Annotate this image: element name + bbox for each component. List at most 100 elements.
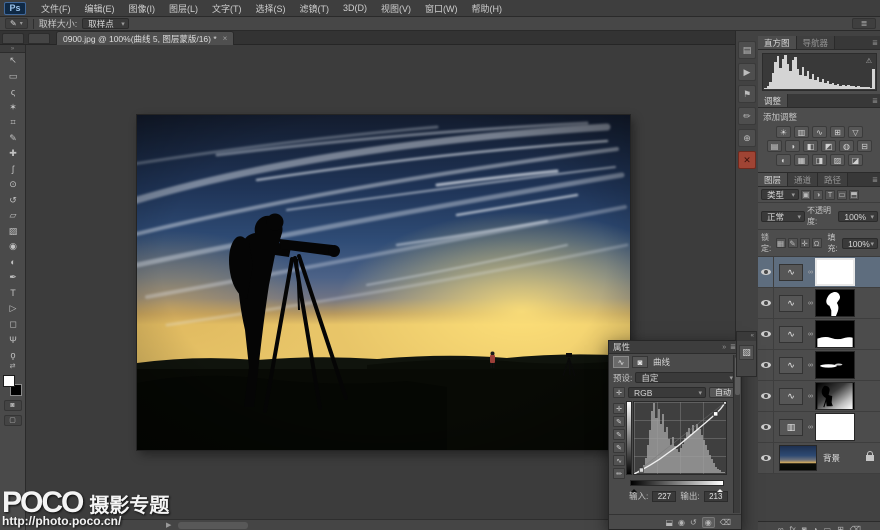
add-layer-mask-icon[interactable]: ◙ <box>802 525 807 530</box>
gradient-map-icon[interactable]: ▨ <box>830 154 845 166</box>
menu-file[interactable]: 文件(F) <box>34 2 78 15</box>
collapsed-properties-icon[interactable]: ▧ <box>739 345 754 360</box>
lock-all-icon[interactable]: Ω <box>812 238 822 248</box>
screen-mode-button[interactable]: ▢ <box>4 415 22 426</box>
dodge-icon[interactable]: ◐ <box>0 255 26 271</box>
delete-layer-icon[interactable]: ⌫ <box>850 525 861 530</box>
filter-pixel-icon[interactable]: ▣ <box>801 190 811 200</box>
filter-smart-icon[interactable]: ⬒ <box>849 190 859 200</box>
actions-icon[interactable]: ▶ <box>738 63 756 81</box>
draw-curve-icon[interactable]: ✏ <box>613 468 625 479</box>
mask-link-icon[interactable]: ∞ <box>808 362 813 369</box>
layer-row-curves-2[interactable]: ∿ ∞ <box>758 350 880 381</box>
layer-row-curves-3[interactable]: ∿ ∞ <box>758 319 880 350</box>
layer-visibility-toggle[interactable] <box>759 381 774 411</box>
levels-adjustment-icon[interactable]: ▥ <box>779 419 803 436</box>
layer-visibility-toggle[interactable] <box>759 412 774 442</box>
layer-mask-thumbnail[interactable] <box>815 289 855 317</box>
quick-selection-icon[interactable]: ✶ <box>0 100 26 116</box>
eraser-icon[interactable]: ▱ <box>0 208 26 224</box>
layer-filter-select[interactable]: 类型 <box>761 189 799 200</box>
layer-visibility-toggle[interactable] <box>759 288 774 318</box>
mask-link-icon[interactable]: ∞ <box>808 393 813 400</box>
edit-points-icon[interactable]: ∿ <box>613 455 625 466</box>
photo-filter-icon[interactable]: ◩ <box>821 140 836 152</box>
tab-layers[interactable]: 图层 <box>758 173 788 186</box>
toolbar-collapse-icon[interactable]: » <box>0 45 25 53</box>
panel-menu-icon[interactable]: ≣ <box>869 173 880 186</box>
layer-row-curves-4[interactable]: ∿ ∞ <box>758 288 880 319</box>
crop-icon[interactable]: ⌗ <box>0 115 26 131</box>
levels-icon[interactable]: ▥ <box>794 126 809 138</box>
path-selection-icon[interactable]: ▷ <box>0 301 26 317</box>
lasso-icon[interactable]: ς <box>0 84 26 100</box>
layer-mask-thumbnail[interactable] <box>815 351 855 379</box>
document-tab[interactable]: 0900.jpg @ 100%(曲线 5, 图层蒙版/16) * × <box>56 31 234 45</box>
color-balance-icon[interactable]: ◑ <box>785 140 800 152</box>
quick-mask-button[interactable]: ◙ <box>4 400 22 411</box>
filter-shape-icon[interactable]: ▭ <box>837 190 847 200</box>
selective-color-icon[interactable]: ◪ <box>848 154 863 166</box>
collapsed-properties-dock[interactable]: « ▧ <box>736 331 757 377</box>
spot-healing-brush-icon[interactable]: ✚ <box>0 146 26 162</box>
curves-adjustment-icon[interactable]: ∿ <box>779 326 803 343</box>
menu-filter[interactable]: 滤镜(T) <box>293 2 337 15</box>
black-white-icon[interactable]: ◧ <box>803 140 818 152</box>
menu-select[interactable]: 选择(S) <box>249 2 293 15</box>
channel-select[interactable]: RGB <box>628 387 706 398</box>
sample-size-select[interactable]: 取样点 <box>82 18 129 29</box>
properties-titlebar[interactable]: 属性 » ≣ <box>609 341 741 354</box>
filter-type-icon[interactable]: T <box>825 190 835 200</box>
reset-adjustment-icon[interactable]: ↺ <box>690 518 697 527</box>
move-icon[interactable]: ↖ <box>0 53 26 69</box>
collapse-arrows-icon[interactable]: « <box>737 332 756 341</box>
opacity-select[interactable]: 100% <box>838 211 878 222</box>
hand-icon[interactable]: Ψ <box>0 332 26 348</box>
gradient-icon[interactable]: ▨ <box>0 224 26 240</box>
gray-point-eyedropper-icon[interactable]: ✎ <box>613 429 625 440</box>
lock-pixels-icon[interactable]: ✎ <box>788 238 798 248</box>
layer-visibility-toggle[interactable] <box>759 350 774 380</box>
white-point-eyedropper-icon[interactable]: ✎ <box>613 442 625 453</box>
black-slider-icon[interactable] <box>631 486 637 492</box>
mask-link-icon[interactable]: ∞ <box>808 331 813 338</box>
menu-3d[interactable]: 3D(D) <box>336 3 374 13</box>
threshold-icon[interactable]: ◨ <box>812 154 827 166</box>
pen-icon[interactable]: ✒ <box>0 270 26 286</box>
curves-adjustment-icon[interactable]: ∿ <box>779 264 803 281</box>
curve-grid[interactable] <box>633 401 727 475</box>
channel-mixer-icon[interactable]: ◍ <box>839 140 854 152</box>
tab-histogram[interactable]: 直方图 <box>758 36 797 49</box>
close-tab-icon[interactable]: × <box>223 34 228 43</box>
menu-image[interactable]: 图像(I) <box>122 2 163 15</box>
tab-adjustments[interactable]: 调整 <box>758 94 788 107</box>
blend-mode-select[interactable]: 正常 <box>761 211 805 222</box>
clone-stamp-icon[interactable]: ⊙ <box>0 177 26 193</box>
photo-document[interactable] <box>137 115 630 450</box>
color-swatches[interactable] <box>3 375 23 396</box>
color-lookup-icon[interactable]: ⊟ <box>857 140 872 152</box>
mask-link-icon[interactable]: ∞ <box>808 300 813 307</box>
new-adjustment-layer-icon[interactable]: ◑ <box>813 525 818 530</box>
workspace-switcher[interactable]: ≣ <box>852 18 876 29</box>
tab-paths[interactable]: 路径 <box>818 173 848 186</box>
input-value[interactable]: 227 <box>652 491 676 502</box>
cached-data-warning-icon[interactable]: ⚠ <box>866 57 872 65</box>
layer-visibility-toggle[interactable] <box>759 443 774 473</box>
brightness-contrast-icon[interactable]: ☀ <box>776 126 791 138</box>
adjustment-controls-icon[interactable]: ∿ <box>613 356 629 368</box>
menu-type[interactable]: 文字(T) <box>205 2 249 15</box>
menu-help[interactable]: 帮助(H) <box>465 2 510 15</box>
background-layer-thumbnail[interactable] <box>779 445 817 471</box>
clip-to-layer-icon[interactable]: ⬓ <box>665 518 673 527</box>
curve-svg[interactable] <box>634 402 726 474</box>
curves-adjustment-icon[interactable]: ∿ <box>779 388 803 405</box>
black-point-eyedropper-icon[interactable]: ✎ <box>613 416 625 427</box>
new-layer-icon[interactable]: ⊞ <box>837 525 844 530</box>
swap-colors-icon[interactable]: ⇄ <box>0 363 25 371</box>
posterize-icon[interactable]: ▦ <box>794 154 809 166</box>
eyedropper-icon[interactable]: ✎ <box>0 131 26 147</box>
tab-channels[interactable]: 通道 <box>788 173 818 186</box>
menu-window[interactable]: 窗口(W) <box>418 2 465 15</box>
mask-link-icon[interactable]: ∞ <box>808 269 813 276</box>
